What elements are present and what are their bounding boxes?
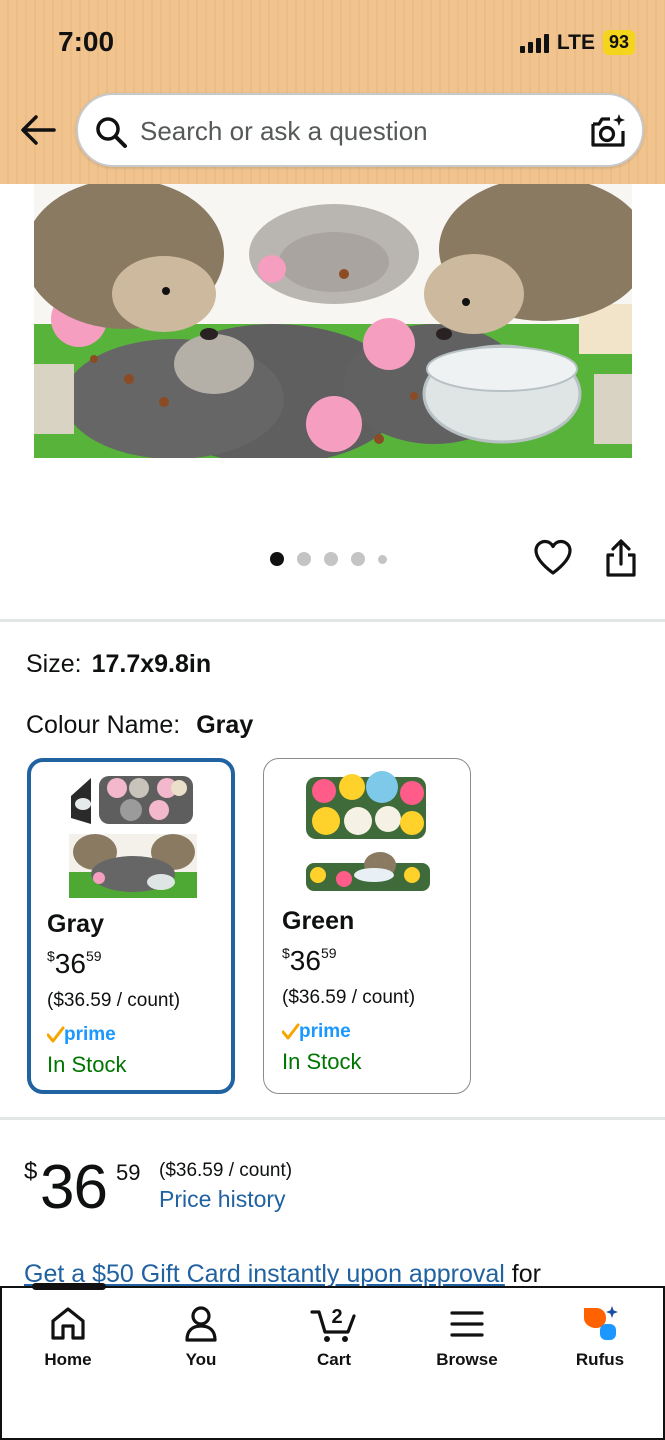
heart-icon[interactable] <box>533 538 573 578</box>
colour-option-unit-price: ($36.59 / count) <box>47 990 181 1011</box>
rufus-icon <box>584 1306 618 1340</box>
nav-browse[interactable]: Browse <box>412 1304 522 1370</box>
app-header: 7:00 LTE 93 <box>0 0 665 184</box>
search-icon <box>96 117 127 148</box>
nav-browse-label: Browse <box>436 1350 498 1369</box>
colour-option-price: $3659 <box>47 948 102 979</box>
section-divider <box>0 619 665 622</box>
carousel-dot-4[interactable] <box>351 552 365 566</box>
colour-label: Colour Name: <box>26 711 181 739</box>
availability-label: In Stock <box>47 1052 127 1077</box>
price-history-link[interactable]: Price history <box>159 1186 286 1213</box>
prime-badge: prime <box>282 1021 351 1042</box>
nav-cart-label: Cart <box>316 1350 351 1369</box>
colour-option-unit-price: ($36.59 / count) <box>282 987 416 1008</box>
bottom-nav: Home You 2 Cart Browse Rufus <box>0 1283 665 1440</box>
carousel-dot-1[interactable] <box>270 552 284 566</box>
unit-price: ($36.59 / count) <box>159 1160 293 1181</box>
colour-option-gray[interactable]: Gray $3659 ($36.59 / count) prime In Sto… <box>27 758 235 1094</box>
size-label: Size: <box>26 650 82 678</box>
battery-icon: 93 <box>602 30 635 55</box>
nav-home[interactable]: Home <box>13 1304 123 1370</box>
svg-text:prime: prime <box>64 1024 116 1045</box>
size-selector: Size: 17.7x9.8in <box>26 650 211 679</box>
network-label: LTE <box>556 30 595 54</box>
nav-cart[interactable]: 2 Cart <box>279 1304 389 1370</box>
home-icon <box>51 1307 85 1340</box>
price-whole: 36 <box>40 1153 108 1222</box>
cart-count: 2 <box>331 1306 342 1328</box>
nav-rufus-label: Rufus <box>575 1350 625 1369</box>
status-indicators: LTE 93 <box>519 30 635 55</box>
colour-option-thumbnail <box>306 771 430 891</box>
nav-you[interactable]: You <box>146 1304 256 1370</box>
active-tab-indicator <box>32 1283 106 1290</box>
colour-option-price: $3659 <box>282 945 337 976</box>
person-icon <box>185 1306 217 1342</box>
menu-icon <box>450 1311 484 1337</box>
prime-badge: prime <box>47 1024 116 1045</box>
search-input[interactable] <box>140 113 570 149</box>
availability-label: In Stock <box>282 1049 362 1074</box>
colour-option-green[interactable]: Green $3659 ($36.59 / count) prime In St… <box>263 758 471 1094</box>
price-fraction: 59 <box>116 1160 141 1185</box>
back-arrow-icon[interactable] <box>18 112 58 148</box>
gift-card-promo: Get a $50 Gift Card instantly upon appro… <box>24 1260 664 1289</box>
svg-text:prime: prime <box>299 1021 351 1042</box>
gift-card-rest: for <box>504 1260 541 1288</box>
nav-home-label: Home <box>44 1350 92 1369</box>
product-image[interactable] <box>34 184 632 458</box>
carousel-dot-3[interactable] <box>324 552 338 566</box>
nav-rufus[interactable]: Rufus <box>545 1304 655 1370</box>
carousel-dots <box>270 552 387 566</box>
camera-search-icon[interactable] <box>588 111 628 151</box>
signal-icon <box>519 33 549 53</box>
colour-option-name: Gray <box>47 910 104 938</box>
share-icon[interactable] <box>603 538 639 578</box>
carousel-dot-5[interactable] <box>378 554 387 564</box>
colour-selector: Colour Name: Gray <box>26 711 253 740</box>
carousel-dot-2[interactable] <box>297 552 311 566</box>
colour-option-name: Green <box>282 907 355 935</box>
section-divider <box>0 1117 665 1120</box>
status-time: 7:00 <box>58 26 115 57</box>
cart-icon: 2 <box>310 1306 356 1342</box>
size-value: 17.7x9.8in <box>91 650 212 678</box>
search-bar[interactable] <box>76 93 644 167</box>
colour-option-thumbnail <box>69 776 197 898</box>
nav-you-label: You <box>185 1350 217 1369</box>
colour-value: Gray <box>196 711 254 739</box>
price-currency: $ <box>24 1158 38 1185</box>
